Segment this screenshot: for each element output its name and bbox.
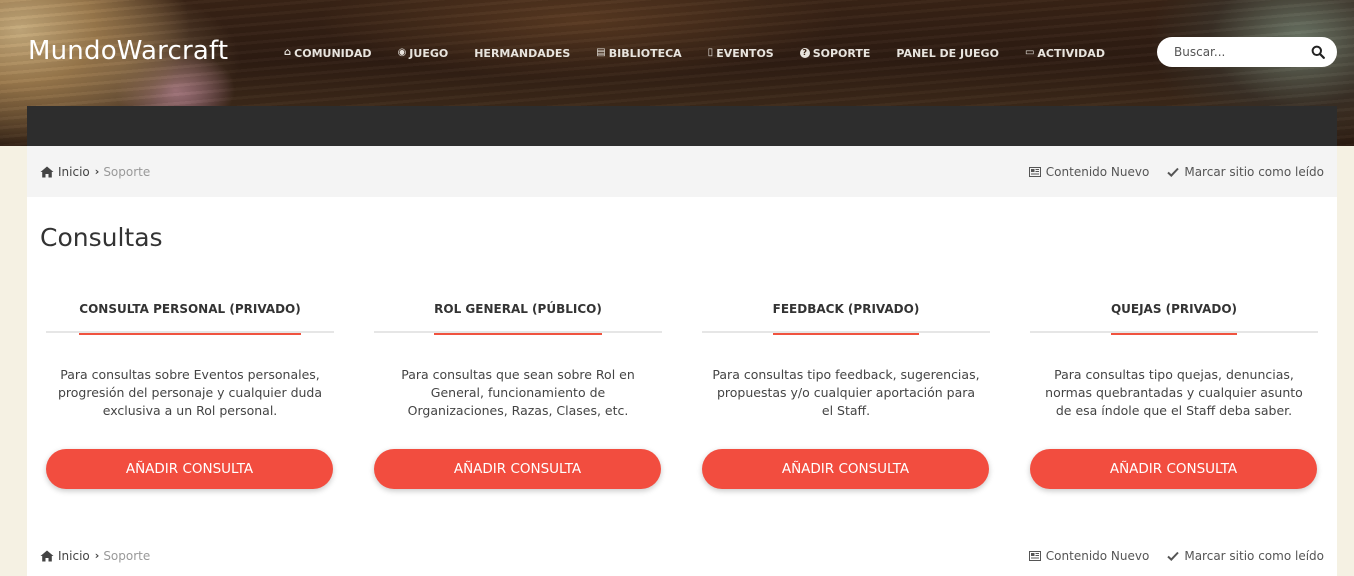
nav-soporte[interactable]: ? SOPORTE — [799, 44, 871, 62]
card-description: Para consultas tipo quejas, denuncias, n… — [1045, 367, 1303, 418]
nav-hermandades[interactable]: HERMANDADES — [474, 44, 570, 62]
breadcrumb-home-label: Inicio — [58, 548, 90, 563]
nav-biblioteca[interactable]: ▤ BIBLIOTECA — [596, 44, 681, 62]
add-consulta-button[interactable]: AÑADIR CONSULTA — [702, 449, 989, 489]
mark-read-link[interactable]: Marcar sitio como leído — [1167, 165, 1324, 179]
card-title: CONSULTA PERSONAL (PRIVADO) — [79, 296, 302, 335]
nav-label: EVENTOS — [716, 46, 774, 60]
card-header: ROL GENERAL (PÚBLICO) — [374, 296, 662, 335]
add-consulta-button[interactable]: AÑADIR CONSULTA — [46, 449, 333, 489]
card-rol-general: ROL GENERAL (PÚBLICO) Para consultas que… — [374, 296, 662, 489]
nav-panel-de-juego[interactable]: PANEL DE JUEGO — [896, 44, 999, 62]
page-title: Consultas — [40, 223, 163, 252]
nav-label: JUEGO — [409, 46, 449, 60]
site-header: MundoWarcraft ⌂ COMUNIDAD ◉ JUEGO HERMAN… — [0, 0, 1354, 146]
card-description: Para consultas que sean sobre Rol en Gen… — [401, 367, 635, 418]
mark-read-label: Marcar sitio como leído — [1184, 548, 1324, 563]
breadcrumb-home-label: Inicio — [58, 164, 90, 179]
add-consulta-button[interactable]: AÑADIR CONSULTA — [1030, 449, 1317, 489]
card-header: CONSULTA PERSONAL (PRIVADO) — [46, 296, 334, 335]
breadcrumb-actions: Contenido Nuevo Marcar sitio como leído — [1028, 164, 1324, 179]
check-icon — [1167, 167, 1180, 177]
nav-label: BIBLIOTECA — [608, 46, 682, 60]
secondary-nav-bar — [27, 106, 1337, 146]
card-header: QUEJAS (PRIVADO) — [1030, 296, 1318, 335]
card-description: Para consultas sobre Eventos personales,… — [57, 367, 323, 418]
new-content-label: Contenido Nuevo — [1045, 548, 1150, 563]
search-input[interactable] — [1174, 42, 1304, 62]
main-content: Inicio › Soporte Contenido Nuevo Marcar … — [27, 146, 1337, 576]
breadcrumb-home[interactable]: Inicio — [40, 549, 90, 563]
card-header: FEEDBACK (PRIVADO) — [702, 296, 990, 335]
check-icon — [1167, 551, 1180, 561]
main-nav: ⌂ COMUNIDAD ◉ JUEGO HERMANDADES ▤ BIBLIO… — [284, 44, 1131, 62]
search-icon[interactable] — [1311, 45, 1325, 59]
gamepad-icon: ◉ — [397, 47, 407, 58]
nav-label: PANEL DE JUEGO — [896, 46, 999, 60]
new-content-link[interactable]: Contenido Nuevo — [1028, 164, 1150, 179]
nav-actividad[interactable]: ▭ ACTIVIDAD — [1025, 44, 1105, 62]
mark-read-link[interactable]: Marcar sitio como leído — [1167, 549, 1324, 563]
home-icon — [40, 550, 54, 561]
question-circle-icon: ? — [799, 48, 810, 58]
newspaper-icon — [1028, 166, 1041, 177]
new-content-label: Contenido Nuevo — [1045, 164, 1150, 179]
home-icon — [40, 166, 54, 177]
new-content-link[interactable]: Contenido Nuevo — [1028, 548, 1150, 563]
home-icon: ⌂ — [284, 47, 292, 58]
card-feedback: FEEDBACK (PRIVADO) Para consultas tipo f… — [702, 296, 990, 489]
add-consulta-button[interactable]: AÑADIR CONSULTA — [374, 449, 661, 489]
breadcrumb-home[interactable]: Inicio — [40, 165, 90, 179]
nav-label: COMUNIDAD — [294, 46, 372, 60]
nav-comunidad[interactable]: ⌂ COMUNIDAD — [284, 44, 372, 62]
nav-label: HERMANDADES — [474, 46, 571, 60]
breadcrumb-current: Soporte — [103, 548, 151, 563]
breadcrumb-current: Soporte — [103, 164, 151, 179]
keyboard-icon: ▭ — [1024, 47, 1035, 58]
nav-juego[interactable]: ◉ JUEGO — [398, 44, 449, 62]
breadcrumb-actions: Contenido Nuevo Marcar sitio como leído — [1028, 548, 1324, 563]
newspaper-icon — [1028, 550, 1041, 561]
nav-label: ACTIVIDAD — [1037, 46, 1105, 60]
breadcrumb: Inicio › Soporte Contenido Nuevo Marcar … — [27, 146, 1337, 197]
question-glyph: ? — [802, 48, 808, 57]
search-box — [1157, 37, 1337, 67]
mark-read-label: Marcar sitio como leído — [1184, 164, 1324, 179]
chevron-right-icon: › — [94, 165, 100, 178]
calendar-icon: ▯ — [707, 47, 714, 58]
card-title: ROL GENERAL (PÚBLICO) — [434, 296, 602, 335]
card-consulta-personal: CONSULTA PERSONAL (PRIVADO) Para consult… — [46, 296, 334, 489]
site-logo[interactable]: MundoWarcraft — [28, 36, 228, 66]
book-icon: ▤ — [596, 47, 606, 58]
nav-eventos[interactable]: ▯ EVENTOS — [708, 44, 774, 62]
card-quejas: QUEJAS (PRIVADO) Para consultas tipo que… — [1030, 296, 1318, 489]
breadcrumb-footer: Inicio › Soporte Contenido Nuevo Marcar … — [27, 530, 1337, 576]
card-description: Para consultas tipo feedback, sugerencia… — [712, 367, 980, 418]
nav-label: SOPORTE — [812, 46, 871, 60]
chevron-right-icon: › — [94, 549, 100, 562]
card-title: FEEDBACK (PRIVADO) — [772, 296, 919, 335]
card-title: QUEJAS (PRIVADO) — [1110, 296, 1238, 335]
